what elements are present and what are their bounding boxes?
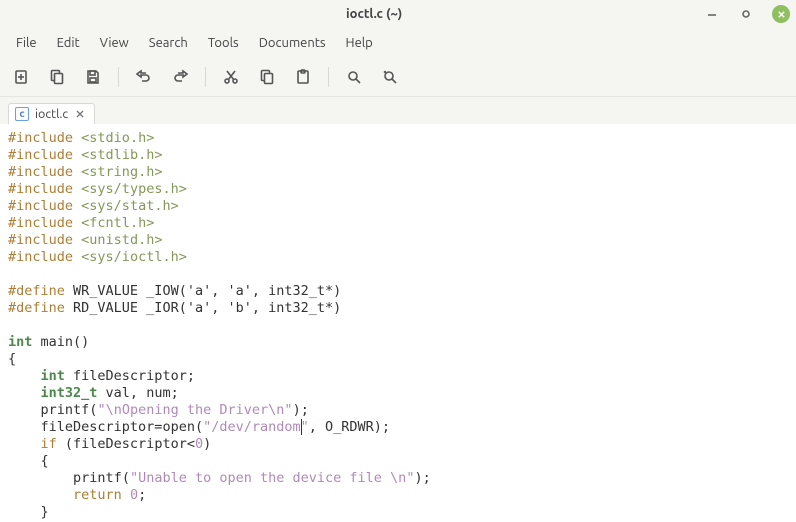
minimize-button[interactable] — [704, 6, 720, 22]
save-button[interactable] — [82, 66, 104, 88]
tabbar: c ioctl.c — [0, 97, 796, 124]
toolbar-separator — [328, 67, 329, 87]
window-controls — [704, 5, 790, 23]
menubar: File Edit View Search Tools Documents He… — [0, 28, 796, 60]
cut-button[interactable] — [220, 66, 242, 88]
close-button[interactable] — [772, 5, 790, 23]
menu-file[interactable]: File — [6, 32, 47, 54]
toolbar-separator — [118, 67, 119, 87]
toolbar — [0, 60, 796, 97]
menu-tools[interactable]: Tools — [198, 32, 249, 54]
menu-documents[interactable]: Documents — [249, 32, 336, 54]
find-replace-button[interactable] — [379, 66, 401, 88]
maximize-button[interactable] — [738, 6, 754, 22]
toolbar-separator — [205, 67, 206, 87]
menu-search[interactable]: Search — [139, 32, 198, 54]
find-button[interactable] — [343, 66, 365, 88]
tab-ioctl[interactable]: c ioctl.c — [8, 103, 95, 124]
menu-view[interactable]: View — [90, 32, 139, 54]
undo-button[interactable] — [133, 66, 155, 88]
paste-button[interactable] — [292, 66, 314, 88]
open-file-button[interactable] — [46, 66, 68, 88]
copy-button[interactable] — [256, 66, 278, 88]
code-editor[interactable]: #include <stdio.h> #include <stdlib.h> #… — [0, 124, 796, 522]
window-title: ioctl.c (~) — [346, 7, 402, 21]
menu-help[interactable]: Help — [336, 32, 383, 54]
redo-button[interactable] — [169, 66, 191, 88]
tab-close-button[interactable] — [74, 108, 86, 120]
new-file-button[interactable] — [10, 66, 32, 88]
menu-edit[interactable]: Edit — [47, 32, 90, 54]
tab-label: ioctl.c — [35, 107, 68, 121]
c-file-icon: c — [15, 107, 29, 121]
titlebar: ioctl.c (~) — [0, 0, 796, 28]
code-content: #include <stdio.h> #include <stdlib.h> #… — [8, 130, 796, 521]
